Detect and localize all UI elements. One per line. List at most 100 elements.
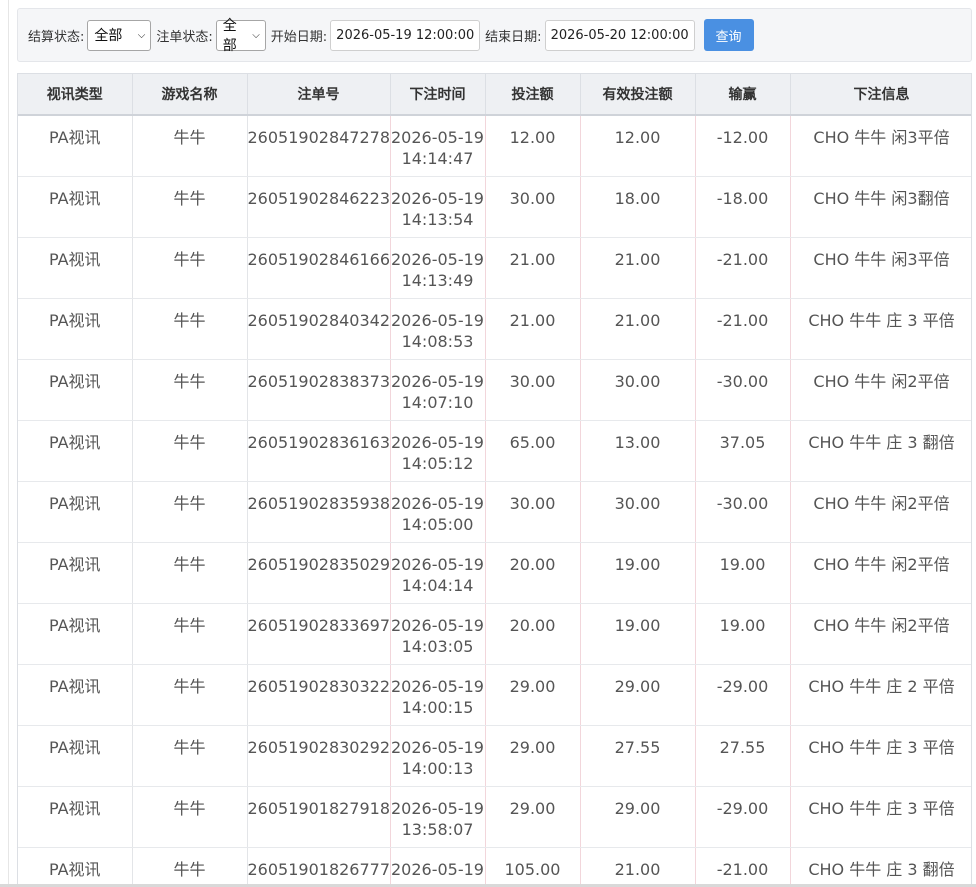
header-bet-amount[interactable]: 投注额 — [485, 74, 581, 116]
win-loss-cell: 37.05 — [695, 420, 791, 482]
table-row[interactable]: PA视讯 牛牛 260519028383734 2026-05-19 14:07:10 3… — [18, 359, 971, 421]
valid-bet-cell: 30.00 — [580, 359, 696, 421]
win-loss-cell-text: -18.00 — [716, 188, 769, 208]
bet-time-cell-text: 2026-05-19 — [391, 615, 484, 635]
valid-bet-cell-text: 21.00 — [614, 310, 661, 330]
bet-info-cell-text: CHO 牛牛 庄 3 翻倍 — [808, 432, 955, 452]
game-name-cell: 牛牛 — [132, 603, 248, 665]
table-row[interactable]: PA视讯 牛牛 260519018279188 2026-05-19 13:58:07 2… — [18, 786, 971, 848]
valid-bet-cell: 19.00 — [580, 603, 696, 665]
bet-clock-text: 14:03:05 — [401, 636, 474, 656]
bet-amount-cell-text: 29.00 — [509, 676, 556, 696]
win-loss-cell: -29.00 — [695, 664, 791, 726]
bets-table: 视讯类型 游戏名称 注单号 下注时间 投注额 有效投注额 输赢 下注信息 PA视… — [18, 74, 971, 887]
order-no-cell: 260519028461669 — [247, 237, 391, 299]
query-button[interactable]: 查询 — [703, 19, 754, 51]
header-order-no[interactable]: 注单号 — [247, 74, 391, 116]
video-type-cell-text: PA视讯 — [48, 493, 101, 513]
page-left-divider — [8, 0, 9, 887]
table-row[interactable]: PA视讯 牛牛 260519028461669 2026-05-19 14:13:49 2… — [18, 237, 971, 299]
header-bet-time[interactable]: 下注时间 — [390, 74, 486, 116]
header-win-loss[interactable]: 输赢 — [695, 74, 791, 116]
table-row[interactable]: PA视讯 牛牛 260519028462231 2026-05-19 14:13:54 3… — [18, 176, 971, 238]
video-type-cell: PA视讯 — [18, 603, 133, 665]
header-video-type[interactable]: 视讯类型 — [18, 74, 133, 116]
game-name-cell: 牛牛 — [132, 298, 248, 360]
order-no-cell: 260519018267778 — [247, 847, 391, 887]
header-game-name[interactable]: 游戏名称 — [132, 74, 248, 116]
video-type-cell-text: PA视讯 — [48, 128, 101, 147]
win-loss-cell-text: -21.00 — [716, 859, 769, 879]
bet-info-cell-text: CHO 牛牛 闲2平倍 — [813, 554, 950, 574]
order-no-cell: 260519028336973 — [247, 603, 391, 665]
table-row[interactable]: PA视讯 牛牛 260519028336973 2026-05-19 14:03:05 2… — [18, 603, 971, 665]
start-date-value: 2026-05-19 12:00:00 — [336, 27, 475, 43]
order-no-cell-text: 260519028361631 — [247, 432, 390, 452]
win-loss-cell: -30.00 — [695, 481, 791, 543]
table-row[interactable]: PA视讯 牛牛 260519028303222 2026-05-19 14:00:15 2… — [18, 664, 971, 726]
valid-bet-cell: 13.00 — [580, 420, 696, 482]
video-type-cell: PA视讯 — [18, 237, 133, 299]
game-name-cell-text: 牛牛 — [173, 493, 206, 513]
bet-amount-cell-text: 30.00 — [509, 188, 556, 208]
video-type-cell: PA视讯 — [18, 420, 133, 482]
valid-bet-cell-text: 13.00 — [614, 432, 661, 452]
video-type-cell-text: PA视讯 — [48, 249, 101, 269]
bet-info-cell: CHO 牛牛 闲3平倍 — [790, 115, 971, 177]
video-type-cell: PA视讯 — [18, 176, 133, 238]
bet-clock-text: 14:00:13 — [401, 758, 474, 778]
win-loss-cell-text: 19.00 — [719, 554, 766, 574]
video-type-cell-text: PA视讯 — [48, 188, 101, 208]
win-loss-cell: -18.00 — [695, 176, 791, 238]
order-no-cell: 260519028403420 — [247, 298, 391, 360]
bet-info-cell: CHO 牛牛 闲2平倍 — [790, 359, 971, 421]
start-date-input[interactable]: 2026-05-19 12:00:00 — [330, 19, 481, 51]
table-row[interactable]: PA视讯 牛牛 260519028350291 2026-05-19 14:04:14 2… — [18, 542, 971, 604]
table-row[interactable]: PA视讯 牛牛 260519028403420 2026-05-19 14:08:53 2… — [18, 298, 971, 360]
valid-bet-cell-text: 21.00 — [614, 249, 661, 269]
bet-clock-text: 14:05:12 — [401, 453, 474, 473]
order-status-value: 全部 — [222, 18, 237, 54]
win-loss-cell-text: -21.00 — [716, 249, 769, 269]
order-no-cell-text: 260519028472780 — [247, 128, 390, 147]
bet-time-cell: 2026-05-19 14:14:47 — [390, 115, 486, 177]
bet-clock-text: 14:08:53 — [401, 331, 474, 351]
bet-amount-cell-text: 21.00 — [509, 249, 556, 269]
win-loss-cell: -30.00 — [695, 359, 791, 421]
video-type-cell: PA视讯 — [18, 115, 133, 177]
header-valid-bet[interactable]: 有效投注额 — [580, 74, 696, 116]
game-name-cell: 牛牛 — [132, 115, 248, 177]
bet-time-cell: 2026-05-19 14:13:49 — [390, 237, 486, 299]
filter-bar: 结算状态: 全部 ⌵ 注单状态: 全部 ⌵ 开始日期: 2026-05-19 1… — [17, 8, 972, 62]
game-name-cell-text: 牛牛 — [173, 249, 206, 269]
table-row[interactable]: PA视讯 牛牛 260519028359381 2026-05-19 14:05:00 3… — [18, 481, 971, 543]
game-name-cell: 牛牛 — [132, 786, 248, 848]
video-type-cell-text: PA视讯 — [48, 310, 101, 330]
bet-info-cell: CHO 牛牛 闲2平倍 — [790, 603, 971, 665]
bet-time-cell-text: 2026-05-19 — [391, 310, 484, 330]
settle-status-select[interactable]: 全部 ⌵ — [87, 19, 152, 51]
end-date-input[interactable]: 2026-05-20 12:00:00 — [544, 19, 695, 51]
bet-time-cell-text: 2026-05-19 — [391, 859, 484, 879]
table-row[interactable]: PA视讯 牛牛 260519028472780 2026-05-19 14:14:47 1… — [18, 115, 971, 177]
bet-amount-cell: 29.00 — [485, 786, 581, 848]
valid-bet-cell: 30.00 — [580, 481, 696, 543]
game-name-cell-text: 牛牛 — [173, 432, 206, 452]
header-bet-info[interactable]: 下注信息 — [790, 74, 971, 116]
bet-time-cell-text: 2026-05-19 — [391, 798, 484, 818]
video-type-cell: PA视讯 — [18, 664, 133, 726]
game-name-cell: 牛牛 — [132, 237, 248, 299]
order-no-cell: 260519028472780 — [247, 115, 391, 177]
bet-amount-cell: 105.00 — [485, 847, 581, 887]
bet-amount-cell-text: 29.00 — [509, 798, 556, 818]
game-name-cell: 牛牛 — [132, 176, 248, 238]
table-row[interactable]: PA视讯 牛牛 260519028361631 2026-05-19 14:05:12 6… — [18, 420, 971, 482]
order-no-cell: 260519028462231 — [247, 176, 391, 238]
win-loss-cell-text: -21.00 — [716, 310, 769, 330]
bet-amount-cell: 30.00 — [485, 359, 581, 421]
table-row[interactable]: PA视讯 牛牛 260519018267778 2026-05-19 105.00 21.… — [18, 847, 971, 887]
table-row[interactable]: PA视讯 牛牛 260519028302921 2026-05-19 14:00:13 2… — [18, 725, 971, 787]
video-type-cell: PA视讯 — [18, 298, 133, 360]
valid-bet-cell: 19.00 — [580, 542, 696, 604]
order-status-select[interactable]: 全部 ⌵ — [215, 18, 266, 54]
